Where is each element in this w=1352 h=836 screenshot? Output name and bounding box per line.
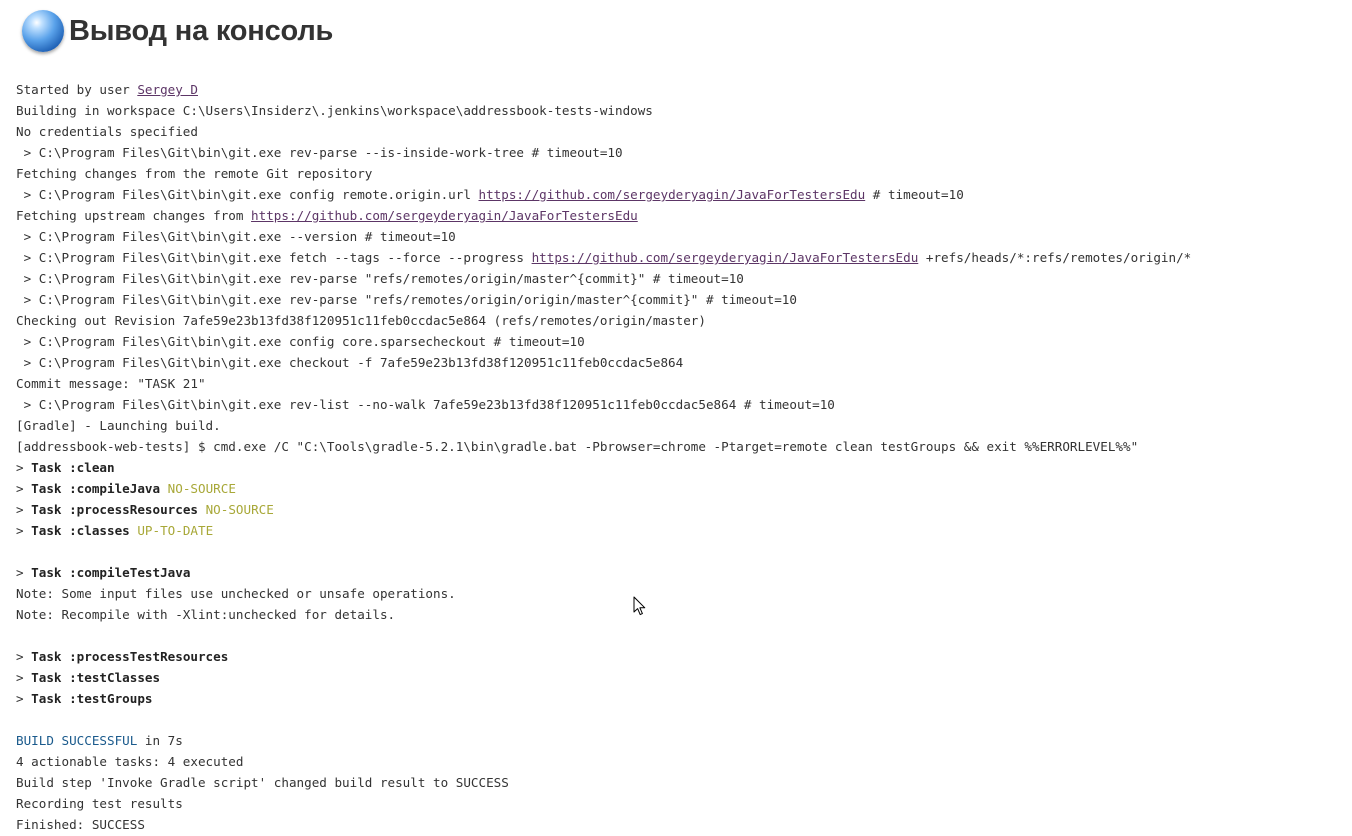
console-line: > C:\Program Files\Git\bin\git.exe check…: [16, 352, 1346, 373]
console-line: > C:\Program Files\Git\bin\git.exe rev-p…: [16, 268, 1346, 289]
build-status: BUILD SUCCESSFUL: [16, 733, 138, 748]
console-line: Started by user Sergey D: [16, 79, 1346, 100]
console-line: Finished: SUCCESS: [16, 814, 1346, 835]
console-text: > C:\Program Files\Git\bin\git.exe confi…: [16, 334, 585, 349]
console-text: Fetching changes from the remote Git rep…: [16, 166, 373, 181]
console-line: > C:\Program Files\Git\bin\git.exe confi…: [16, 331, 1346, 352]
task-name: Task :testGroups: [31, 691, 153, 706]
console-line: 4 actionable tasks: 4 executed: [16, 751, 1346, 772]
task-name: Task :testClasses: [31, 670, 161, 685]
console-text: >: [16, 481, 32, 496]
console-link[interactable]: https://github.com/sergeyderyagin/JavaFo…: [479, 187, 866, 202]
console-text: > C:\Program Files\Git\bin\git.exe rev-p…: [16, 292, 797, 307]
console-line: [Gradle] - Launching build.: [16, 415, 1346, 436]
task-name: Task :processResources: [31, 502, 198, 517]
console-text: > C:\Program Files\Git\bin\git.exe rev-l…: [16, 397, 835, 412]
console-line: > C:\Program Files\Git\bin\git.exe --ver…: [16, 226, 1346, 247]
console-text: > C:\Program Files\Git\bin\git.exe check…: [16, 355, 684, 370]
console-line: > C:\Program Files\Git\bin\git.exe rev-l…: [16, 394, 1346, 415]
console-text: Build step 'Invoke Gradle script' change…: [16, 775, 509, 790]
task-name: Task :clean: [31, 460, 115, 475]
console-line: > Task :compileJava NO-SOURCE: [16, 478, 1346, 499]
console-text: [Gradle] - Launching build.: [16, 418, 221, 433]
console-text: Finished: SUCCESS: [16, 817, 145, 832]
console-line: No credentials specified: [16, 121, 1346, 142]
console-line: > Task :processResources NO-SOURCE: [16, 499, 1346, 520]
console-text: > C:\Program Files\Git\bin\git.exe confi…: [16, 187, 479, 202]
console-text: No credentials specified: [16, 124, 198, 139]
console-text: > C:\Program Files\Git\bin\git.exe --ver…: [16, 229, 456, 244]
console-link[interactable]: https://github.com/sergeyderyagin/JavaFo…: [532, 250, 919, 265]
page-header: Вывод на консоль: [22, 8, 333, 54]
console-output: Started by user Sergey D Building in work…: [16, 79, 1346, 835]
task-name: Task :classes: [31, 523, 130, 538]
console-text: Building in workspace C:\Users\Insiderz\…: [16, 103, 653, 118]
console-line: > C:\Program Files\Git\bin\git.exe rev-p…: [16, 142, 1346, 163]
task-name: Task :compileJava: [31, 481, 161, 496]
console-line: [addressbook-web-tests] $ cmd.exe /C "C:…: [16, 436, 1346, 457]
console-line: > Task :clean: [16, 457, 1346, 478]
console-text: >: [16, 565, 32, 580]
page-title: Вывод на консоль: [69, 14, 334, 47]
blue-ball-icon: [22, 10, 64, 52]
console-text: Checking out Revision 7afe59e23b13fd38f1…: [16, 313, 706, 328]
console-text: Recording test results: [16, 796, 183, 811]
console-text: > C:\Program Files\Git\bin\git.exe fetch…: [16, 250, 532, 265]
task-name: Task :compileTestJava: [31, 565, 191, 580]
console-line: Note: Recompile with -Xlint:unchecked fo…: [16, 604, 1346, 625]
console-text: Started by user: [16, 82, 138, 97]
console-line: > Task :compileTestJava: [16, 562, 1346, 583]
console-line: > Task :testClasses: [16, 667, 1346, 688]
task-status: NO-SOURCE: [167, 481, 236, 496]
console-line: Fetching changes from the remote Git rep…: [16, 163, 1346, 184]
console-text: [addressbook-web-tests] $ cmd.exe /C "C:…: [16, 439, 1139, 454]
console-line: Commit message: "TASK 21": [16, 373, 1346, 394]
console-link[interactable]: Sergey D: [137, 82, 198, 97]
console-line: Recording test results: [16, 793, 1346, 814]
console-text: +refs/heads/*:refs/remotes/origin/*: [918, 250, 1192, 265]
console-text: >: [16, 523, 32, 538]
console-line: Build step 'Invoke Gradle script' change…: [16, 772, 1346, 793]
mouse-pointer-icon: [633, 596, 646, 616]
console-line: Note: Some input files use unchecked or …: [16, 583, 1346, 604]
console-line: > Task :classes UP-TO-DATE: [16, 520, 1346, 541]
console-line: > Task :testGroups: [16, 688, 1346, 709]
console-line: Building in workspace C:\Users\Insiderz\…: [16, 100, 1346, 121]
console-text: >: [16, 502, 32, 517]
console-text: Note: Recompile with -Xlint:unchecked fo…: [16, 607, 396, 622]
console-line: > Task :processTestResources: [16, 646, 1346, 667]
console-text: >: [16, 460, 32, 475]
console-line: Fetching upstream changes from https://g…: [16, 205, 1346, 226]
console-line: > C:\Program Files\Git\bin\git.exe confi…: [16, 184, 1346, 205]
console-text: > C:\Program Files\Git\bin\git.exe rev-p…: [16, 271, 744, 286]
console-line: > C:\Program Files\Git\bin\git.exe rev-p…: [16, 289, 1346, 310]
console-text: 4 actionable tasks: 4 executed: [16, 754, 244, 769]
console-text: > C:\Program Files\Git\bin\git.exe rev-p…: [16, 145, 623, 160]
console-text: Note: Some input files use unchecked or …: [16, 586, 456, 601]
console-text: # timeout=10: [865, 187, 964, 202]
console-text: >: [16, 649, 32, 664]
console-line: > C:\Program Files\Git\bin\git.exe fetch…: [16, 247, 1346, 268]
task-name: Task :processTestResources: [31, 649, 229, 664]
console-line: BUILD SUCCESSFUL in 7s: [16, 730, 1346, 751]
task-status: UP-TO-DATE: [137, 523, 214, 538]
console-text: in 7s: [137, 733, 183, 748]
console-text: Fetching upstream changes from: [16, 208, 252, 223]
console-text: >: [16, 691, 32, 706]
console-text: >: [16, 670, 32, 685]
task-status: NO-SOURCE: [205, 502, 274, 517]
console-text: Commit message: "TASK 21": [16, 376, 206, 391]
console-line: Checking out Revision 7afe59e23b13fd38f1…: [16, 310, 1346, 331]
console-link[interactable]: https://github.com/sergeyderyagin/JavaFo…: [251, 208, 638, 223]
